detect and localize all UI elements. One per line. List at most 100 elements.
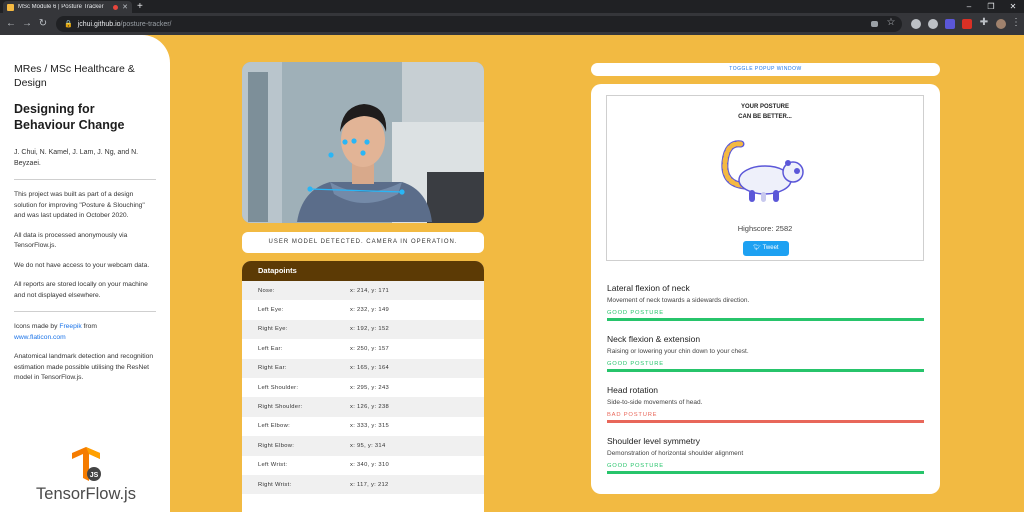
tab-title: MSc Module 6 | Posture Tracker xyxy=(18,4,104,10)
course-name: MRes / MSc Healthcare & Design xyxy=(14,63,135,89)
datapoint-value: x: 250, y: 157 xyxy=(350,345,390,352)
flaticon-link[interactable]: www.flaticon.com xyxy=(14,334,66,341)
maximize-window-icon[interactable]: ❐ xyxy=(980,0,1002,13)
profile-avatar[interactable] xyxy=(996,19,1006,29)
forward-icon[interactable]: → xyxy=(20,17,34,31)
datapoint-label: Left Elbow: xyxy=(258,423,290,430)
tab-favicon-icon xyxy=(7,3,14,11)
webcam-feed xyxy=(242,62,484,223)
new-tab-button[interactable]: + xyxy=(137,1,143,12)
lock-icon: 🔒 xyxy=(64,21,73,28)
authors: J. Chui, N. Kamel, J. Lam, J. Ng, and N.… xyxy=(14,149,139,167)
posture-summary-card: YOUR POSTURE CAN BE BETTER... Highscore:… xyxy=(606,95,924,261)
metric-description: Movement of neck towards a sidewards dir… xyxy=(607,297,750,304)
tab-strip: MSc Module 6 | Posture Tracker ✕ + – ❐ ✕ xyxy=(0,0,1024,13)
datapoint-value: x: 232, y: 149 xyxy=(350,307,390,314)
metric-description: Side-to-side movements of head. xyxy=(607,399,703,406)
freepik-link[interactable]: Freepik xyxy=(59,323,81,330)
browser-menu-icon[interactable]: ⋮ xyxy=(1009,16,1023,30)
datapoints-heading: Datapoints xyxy=(242,261,484,281)
sidebar: MRes / MSc Healthcare & Design Designing… xyxy=(0,35,170,512)
table-row: Left Wrist: x: 340, y: 310 xyxy=(242,456,484,475)
logo-badge-text: JS xyxy=(90,472,99,479)
webcam-frame-image xyxy=(242,62,484,223)
divider xyxy=(14,311,156,312)
extension-red-icon[interactable] xyxy=(962,19,972,29)
tweet-label: Tweet xyxy=(762,245,779,251)
datapoint-label: Left Shoulder: xyxy=(258,384,299,391)
privacy-note-processing: All data is processed anonymously via Te… xyxy=(14,231,128,250)
table-row: Left Elbow: x: 333, y: 315 xyxy=(242,417,484,436)
table-row: Right Shoulder: x: 126, y: 238 xyxy=(242,397,484,417)
extensions-puzzle-icon[interactable]: ✚ xyxy=(977,16,991,30)
metric-status: GOOD POSTURE xyxy=(607,361,664,367)
table-row: Left Ear: x: 250, y: 157 xyxy=(242,339,484,358)
tab-close-icon[interactable]: ✕ xyxy=(122,4,128,11)
metric-status-bar xyxy=(607,369,924,372)
datapoint-value: x: 192, y: 152 xyxy=(350,326,390,333)
bookmark-star-icon[interactable]: ☆ xyxy=(884,16,898,30)
project-description: This project was built as part of a desi… xyxy=(14,191,145,219)
icon-credits: Icons made by Freepik from www.flaticon.… xyxy=(14,322,156,343)
icon-credits-prefix: Icons made by xyxy=(14,323,60,330)
back-icon[interactable]: ← xyxy=(4,17,18,31)
datapoint-value: x: 214, y: 171 xyxy=(350,287,390,294)
table-row: Left Eye: x: 232, y: 149 xyxy=(242,300,484,319)
extension-badge-icon[interactable] xyxy=(945,19,955,29)
url-host: jchui.github.io xyxy=(77,20,121,28)
page-background: MRes / MSc Healthcare & Design Designing… xyxy=(0,35,1024,512)
datapoint-label: Right Elbow: xyxy=(258,442,295,449)
posture-metric: Neck flexion & extension Raising or lower… xyxy=(607,334,924,372)
tensorflow-mark-icon: JS xyxy=(72,447,101,481)
datapoints-rows: Nose: x: 214, y: 171 Left Eye: x: 232, y: 1… xyxy=(242,281,484,495)
recording-indicator-icon xyxy=(113,4,119,10)
toggle-popup-button[interactable]: TOGGLE POPUP WINDOW xyxy=(591,63,940,76)
table-row: Nose: x: 214, y: 171 xyxy=(242,281,484,301)
datapoint-label: Nose: xyxy=(258,287,275,294)
metric-description: Raising or lowering your chin down to yo… xyxy=(607,348,749,355)
datapoint-value: x: 333, y: 315 xyxy=(350,423,390,430)
datapoint-label: Right Wrist: xyxy=(258,481,292,488)
datapoint-value: x: 165, y: 164 xyxy=(350,365,390,372)
privacy-note-webcam: We do not have access to your webcam dat… xyxy=(14,261,150,269)
datapoint-value: x: 95, y: 314 xyxy=(350,442,386,449)
tensorflow-wordmark: TensorFlow.js xyxy=(36,485,136,503)
page-title: Designing for Behaviour Change xyxy=(14,102,125,132)
datapoints-table: Datapoints Nose: x: 214, y: 171 Left Eye: x… xyxy=(242,261,484,512)
camera-in-use-icon[interactable] xyxy=(871,21,878,27)
model-credits: Anatomical landmark detection and recogn… xyxy=(14,353,154,381)
twitter-bird-icon: 🐦︎ xyxy=(753,245,762,251)
datapoint-value: x: 295, y: 243 xyxy=(350,384,390,391)
datapoint-label: Right Eye: xyxy=(258,326,288,333)
datapoint-label: Left Wrist: xyxy=(258,462,288,469)
extension-camera-icon[interactable] xyxy=(911,19,921,29)
close-window-icon[interactable]: ✕ xyxy=(1002,0,1024,13)
browser-toolbar: ← → ↻ 🔒 jchui.github.io /posture-tracker… xyxy=(0,13,1024,35)
metric-status-bar xyxy=(607,420,924,423)
privacy-note-reports: All reports are stored locally on your m… xyxy=(14,281,148,299)
table-row: Right Eye: x: 192, y: 152 xyxy=(242,319,484,340)
table-row: Right Elbow: x: 95, y: 314 xyxy=(242,436,484,456)
posture-metric: Lateral flexion of neck Movement of neck … xyxy=(607,283,924,321)
datapoint-label: Right Ear: xyxy=(258,365,287,372)
tweet-button[interactable]: 🐦︎ Tweet xyxy=(743,241,789,256)
posture-summary-title: YOUR POSTURE CAN BE BETTER... xyxy=(738,104,792,120)
address-bar[interactable]: 🔒 jchui.github.io /posture-tracker/ xyxy=(56,16,902,32)
extension-gear-icon[interactable] xyxy=(928,19,938,29)
lemur-mascot-icon xyxy=(721,140,804,202)
minimize-window-icon[interactable]: – xyxy=(958,0,980,13)
tensorflow-logo: JS TensorFlow.js xyxy=(26,447,146,507)
reload-icon[interactable]: ↻ xyxy=(36,17,50,31)
metric-status-bar xyxy=(607,318,924,321)
highscore: Highscore: 2582 xyxy=(737,224,793,233)
datapoint-label: Right Shoulder: xyxy=(258,404,303,411)
camera-status: USER MODEL DETECTED. CAMERA IN OPERATION… xyxy=(242,232,484,253)
metric-status: GOOD POSTURE xyxy=(607,310,664,316)
icon-credits-mid: from xyxy=(81,323,97,330)
posture-panel: YOUR POSTURE CAN BE BETTER... Highscore:… xyxy=(591,84,940,494)
datapoint-value: x: 126, y: 238 xyxy=(350,404,390,411)
browser-tab[interactable]: MSc Module 6 | Posture Tracker ✕ xyxy=(3,1,132,13)
metric-title: Neck flexion & extension xyxy=(607,334,701,344)
datapoint-label: Left Ear: xyxy=(258,345,283,352)
metric-status-bar xyxy=(607,471,924,474)
